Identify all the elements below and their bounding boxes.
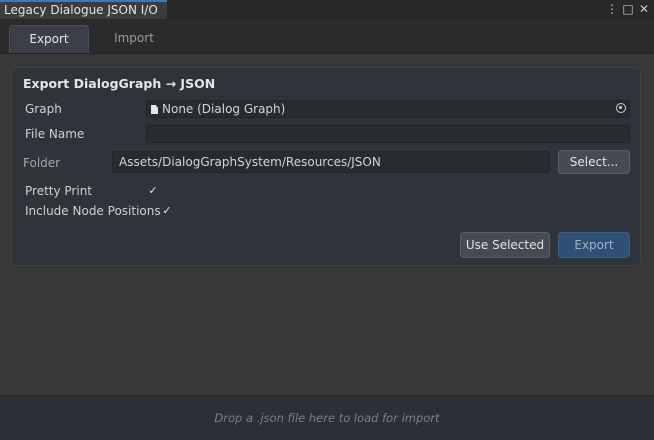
- mode-tabbar: Export Import: [0, 19, 654, 54]
- folder-label: Folder: [23, 156, 61, 170]
- window-title-tab[interactable]: Legacy Dialogue JSON I/O: [0, 0, 167, 19]
- file-icon: [151, 105, 158, 114]
- graph-object-field[interactable]: None (Dialog Graph): [146, 100, 630, 118]
- json-drop-zone[interactable]: Drop a .json file here to load for impor…: [0, 395, 654, 440]
- graph-label: Graph: [25, 102, 62, 116]
- window-title: Legacy Dialogue JSON I/O: [4, 3, 158, 17]
- folder-path-field[interactable]: Assets/DialogGraphSystem/Resources/JSON: [112, 151, 550, 173]
- use-selected-button[interactable]: Use Selected: [460, 232, 550, 258]
- file-name-input[interactable]: [146, 125, 630, 143]
- select-folder-button[interactable]: Select...: [558, 150, 630, 174]
- pretty-print-label: Pretty Print: [25, 184, 93, 198]
- window-titlebar: Legacy Dialogue JSON I/O ⋮ □ ✕: [0, 0, 654, 19]
- graph-value: None (Dialog Graph): [162, 102, 286, 116]
- include-node-positions-label: Include Node Positions: [25, 204, 161, 218]
- drop-zone-hint: Drop a .json file here to load for impor…: [214, 411, 440, 425]
- tab-import[interactable]: Import: [94, 25, 174, 53]
- file-name-label: File Name: [25, 127, 85, 141]
- include-node-positions-checkbox[interactable]: ✓: [161, 205, 173, 217]
- object-picker-icon[interactable]: [616, 103, 626, 113]
- export-panel: Export DialogGraph → JSON Graph None (Di…: [11, 67, 641, 266]
- panel-title: Export DialogGraph → JSON: [23, 76, 216, 91]
- close-icon[interactable]: ✕: [638, 1, 650, 18]
- export-button[interactable]: Export: [558, 232, 630, 258]
- more-options-icon[interactable]: ⋮: [606, 1, 618, 18]
- maximize-icon[interactable]: □: [622, 1, 634, 18]
- pretty-print-checkbox[interactable]: ✓: [147, 185, 159, 197]
- window-controls: ⋮ □ ✕: [606, 1, 650, 18]
- tab-export[interactable]: Export: [9, 25, 89, 53]
